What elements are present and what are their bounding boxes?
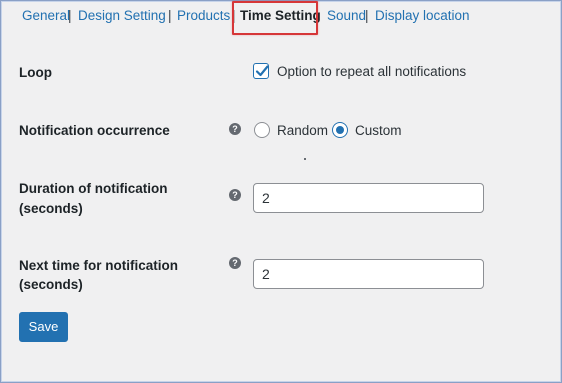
radio-custom-label[interactable]: Custom <box>355 123 402 138</box>
help-icon[interactable]: ? <box>229 189 241 201</box>
radio-custom[interactable] <box>332 122 348 138</box>
save-button[interactable]: Save <box>19 312 68 342</box>
duration-input[interactable]: 2 <box>253 183 484 213</box>
tab-display-location[interactable]: Display location <box>375 8 470 23</box>
tab-products[interactable]: Products <box>177 8 230 23</box>
checkmark-icon <box>255 65 269 77</box>
stray-dot <box>304 158 306 160</box>
help-icon[interactable]: ? <box>229 123 241 135</box>
tab-design-setting[interactable]: Design Setting <box>78 8 166 23</box>
tab-separator: | <box>68 8 72 23</box>
duration-label-line1: Duration of notification <box>19 181 168 196</box>
help-icon[interactable]: ? <box>229 257 241 269</box>
next-time-input[interactable]: 2 <box>253 259 484 289</box>
tab-separator: | <box>168 8 172 23</box>
tab-separator: | <box>365 8 369 23</box>
loop-checkbox-label[interactable]: Option to repeat all notifications <box>277 64 466 79</box>
tab-general[interactable]: General <box>22 8 70 23</box>
radio-random[interactable] <box>254 122 270 138</box>
next-time-label-line2: (seconds) <box>19 277 83 292</box>
next-time-label-line1: Next time for notification <box>19 258 179 273</box>
radio-random-label[interactable]: Random <box>277 123 328 138</box>
active-tab-highlight <box>232 1 318 35</box>
tab-sound[interactable]: Sound <box>327 8 366 23</box>
duration-label-line2: (seconds) <box>19 201 83 216</box>
loop-label: Loop <box>19 65 52 80</box>
occurrence-label: Notification occurrence <box>19 123 170 138</box>
loop-checkbox[interactable] <box>253 63 269 79</box>
